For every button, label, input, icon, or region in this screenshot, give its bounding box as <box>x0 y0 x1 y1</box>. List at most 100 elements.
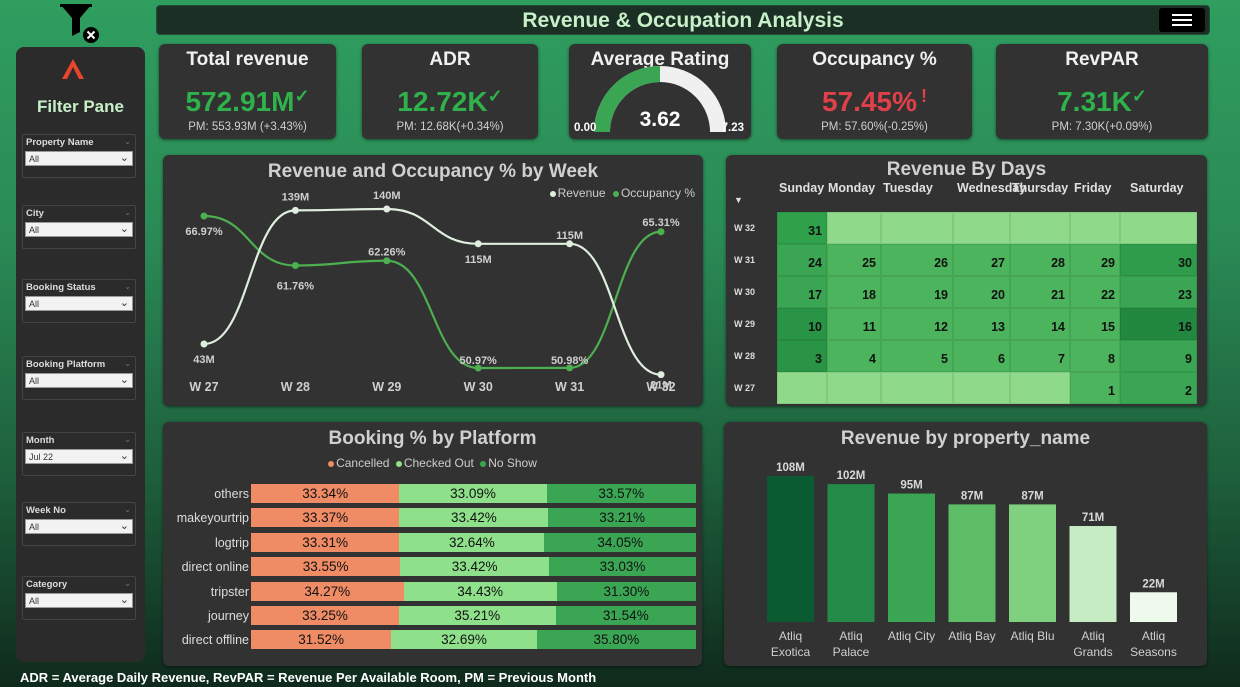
platform-bar-checked-out[interactable]: 32.64% <box>399 532 545 552</box>
calendar-cell[interactable] <box>1120 212 1197 244</box>
calendar-cell[interactable] <box>953 212 1010 244</box>
property-bar[interactable] <box>1130 592 1177 622</box>
property-bar[interactable] <box>767 476 814 622</box>
calendar-cell[interactable] <box>1010 372 1070 404</box>
revenue-point[interactable] <box>657 371 665 379</box>
platform-bar-no-show[interactable]: 31.30% <box>556 581 696 601</box>
property-bar[interactable] <box>888 493 935 622</box>
chevron-down-icon[interactable]: ⌄ <box>124 359 131 368</box>
calendar-cell[interactable]: 18 <box>827 276 881 308</box>
chevron-down-icon[interactable]: ⌄ <box>124 282 131 291</box>
property-bar[interactable] <box>827 484 875 622</box>
calendar-cell[interactable]: 5 <box>881 340 953 372</box>
revenue-point[interactable] <box>291 206 299 214</box>
calendar-cell[interactable]: 21 <box>1010 276 1070 308</box>
calendar-cell[interactable] <box>777 372 827 404</box>
calendar-cell[interactable]: 30 <box>1120 244 1197 276</box>
calendar-cell[interactable]: 9 <box>1120 340 1197 372</box>
calendar-cell[interactable]: 28 <box>1010 244 1070 276</box>
platform-bar-no-show[interactable]: 34.05% <box>544 532 696 552</box>
calendar-cell[interactable]: 17 <box>777 276 827 308</box>
calendar-cell[interactable]: 16 <box>1120 308 1197 340</box>
calendar-cell[interactable]: 1 <box>1070 372 1120 404</box>
property-bar[interactable] <box>1009 504 1056 622</box>
filter-clear-icon[interactable] <box>58 2 102 46</box>
calendar-cell[interactable]: 31 <box>777 212 827 244</box>
platform-bar-cancelled[interactable]: 33.34% <box>251 484 400 503</box>
calendar-cell[interactable]: 27 <box>953 244 1010 276</box>
calendar-cell[interactable]: 12 <box>881 308 953 340</box>
platform-bar-checked-out[interactable]: 34.43% <box>403 581 557 601</box>
calendar-cell[interactable]: 3 <box>777 340 827 372</box>
occupancy-point[interactable] <box>200 212 208 220</box>
chevron-down-icon[interactable]: ⌄ <box>124 137 131 146</box>
calendar-cell[interactable] <box>1010 212 1070 244</box>
platform-bar-no-show[interactable]: 33.21% <box>548 508 696 528</box>
calendar-cell[interactable]: 22 <box>1070 276 1120 308</box>
calendar-cell[interactable]: 13 <box>953 308 1010 340</box>
slicer-dropdown[interactable]: All ⌄ <box>25 593 133 608</box>
platform-bar-checked-out[interactable]: 33.09% <box>399 484 547 503</box>
slicer-dropdown[interactable]: All ⌄ <box>25 373 133 388</box>
slicer-dropdown[interactable]: All ⌄ <box>25 519 133 534</box>
platform-bar-cancelled[interactable]: 33.31% <box>251 532 400 552</box>
revenue-point[interactable] <box>200 340 208 348</box>
platform-bar-cancelled[interactable]: 33.25% <box>251 606 399 625</box>
calendar-cell[interactable] <box>1070 212 1120 244</box>
calendar-cell[interactable] <box>953 372 1010 404</box>
platform-bar-no-show[interactable]: 33.57% <box>546 484 696 503</box>
calendar-cell[interactable]: 11 <box>827 308 881 340</box>
revenue-point[interactable] <box>474 240 482 248</box>
chevron-down-icon[interactable]: ⌄ <box>124 435 131 444</box>
calendar-cell[interactable] <box>881 212 953 244</box>
property-bar[interactable] <box>948 504 996 622</box>
hamburger-menu-icon[interactable] <box>1159 8 1205 32</box>
calendar-cell[interactable]: 6 <box>953 340 1010 372</box>
calendar-cell[interactable] <box>881 372 953 404</box>
chevron-down-icon[interactable]: ⌄ <box>124 208 131 217</box>
platform-bar-cancelled[interactable]: 34.27% <box>251 581 404 601</box>
sort-down-icon[interactable]: ▼ <box>734 195 743 205</box>
platform-bar-checked-out[interactable]: 33.42% <box>400 557 550 577</box>
platform-bar-no-show[interactable]: 33.03% <box>549 557 696 577</box>
platform-bar-checked-out[interactable]: 35.21% <box>398 606 556 625</box>
revenue-point[interactable] <box>383 205 391 213</box>
calendar-cell[interactable]: 24 <box>777 244 827 276</box>
chevron-down-icon[interactable]: ⌄ <box>124 579 131 588</box>
calendar-cell[interactable]: 14 <box>1010 308 1070 340</box>
slicer-dropdown[interactable]: Jul 22 ⌄ <box>25 449 133 464</box>
calendar-cell[interactable]: 19 <box>881 276 953 308</box>
calendar-cell[interactable]: 25 <box>827 244 881 276</box>
calendar-cell[interactable] <box>827 372 881 404</box>
platform-bar-cancelled[interactable]: 31.52% <box>251 630 392 650</box>
calendar-cell[interactable]: 4 <box>827 340 881 372</box>
occupancy-point[interactable] <box>657 228 665 236</box>
occupancy-point[interactable] <box>291 261 299 269</box>
calendar-cell[interactable]: 29 <box>1070 244 1120 276</box>
kpi-title: Occupancy % <box>812 49 937 70</box>
kpi-previous-month: PM: 12.68K(+0.34%) <box>396 121 504 133</box>
platform-bar-cancelled[interactable]: 33.37% <box>251 508 400 528</box>
property-bar[interactable] <box>1069 526 1117 622</box>
calendar-cell[interactable]: 2 <box>1120 372 1197 404</box>
platform-bar-cancelled[interactable]: 33.55% <box>251 557 401 577</box>
platform-bar-checked-out[interactable]: 33.42% <box>399 508 549 528</box>
platform-bar-no-show[interactable]: 31.54% <box>555 606 696 625</box>
calendar-cell[interactable]: 8 <box>1070 340 1120 372</box>
slicer-dropdown[interactable]: All ⌄ <box>25 296 133 311</box>
calendar-cell[interactable]: 10 <box>777 308 827 340</box>
slicer-value: All <box>29 596 40 606</box>
chevron-down-icon[interactable]: ⌄ <box>124 505 131 514</box>
calendar-cell[interactable]: 20 <box>953 276 1010 308</box>
platform-bar-no-show[interactable]: 35.80% <box>536 630 697 650</box>
calendar-cell[interactable]: 23 <box>1120 276 1197 308</box>
calendar-day-number: 16 <box>1178 320 1192 334</box>
platform-bar-checked-out[interactable]: 32.69% <box>391 630 537 650</box>
slicer-dropdown[interactable]: All ⌄ <box>25 151 133 166</box>
calendar-cell[interactable]: 26 <box>881 244 953 276</box>
slicer-dropdown[interactable]: All ⌄ <box>25 222 133 237</box>
calendar-cell[interactable] <box>827 212 881 244</box>
calendar-cell[interactable]: 15 <box>1070 308 1120 340</box>
calendar-cell[interactable]: 7 <box>1010 340 1070 372</box>
x-tick-label: W 31 <box>555 380 584 394</box>
